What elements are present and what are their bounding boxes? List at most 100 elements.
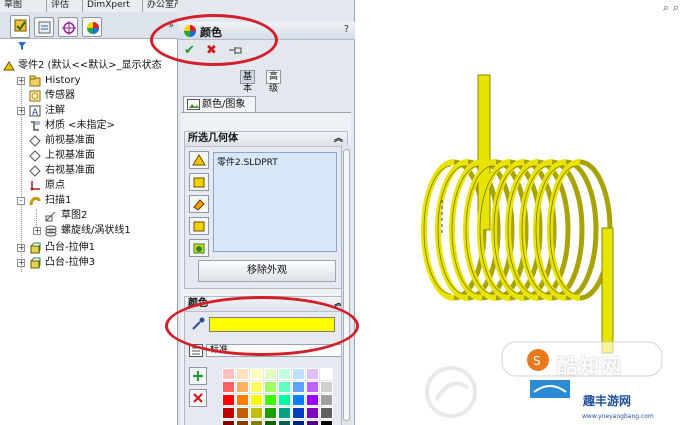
group-header[interactable]: 所选几何体 ︽ (185, 132, 347, 147)
feature-manager-tab[interactable] (10, 15, 30, 38)
spring-leg-bottom (601, 227, 614, 354)
expand-toggle-icon[interactable]: + (17, 77, 25, 85)
basic-mode-button[interactable]: 基本 (240, 70, 256, 94)
tree-item-origin[interactable]: 原点 (17, 179, 177, 193)
tree-item-helix[interactable]: + 螺旋线/涡状线1 (33, 224, 177, 238)
palette-swatch[interactable] (222, 381, 235, 393)
remove-swatch-button[interactable] (189, 389, 207, 407)
tree-item-front-plane[interactable]: 前视基准面 (17, 134, 177, 148)
tree-item-material[interactable]: 材质 <未指定> (17, 119, 177, 133)
add-swatch-button[interactable] (189, 367, 207, 385)
palette-swatch[interactable] (320, 420, 333, 425)
tree-item-sketch2[interactable]: 草图2 (33, 209, 177, 223)
tree-item-sensors[interactable]: 传感器 (17, 89, 177, 103)
tree-item-label: 凸台-拉伸3 (45, 257, 95, 268)
palette-swatch[interactable] (292, 368, 305, 380)
property-manager-tab[interactable] (34, 17, 54, 37)
palette-swatch[interactable] (222, 407, 235, 419)
palette-swatch[interactable] (264, 407, 277, 419)
scroll-thumb[interactable] (343, 149, 350, 421)
tree-item-label: 凸台-拉伸1 (45, 242, 95, 253)
tree-item-sweep[interactable]: - 扫描1 (17, 194, 177, 208)
tab-color-image[interactable]: 颜色/图象 (183, 96, 256, 112)
select-body-icon[interactable] (189, 217, 209, 235)
expand-toggle-icon[interactable]: + (33, 227, 41, 235)
select-feature-icon[interactable] (189, 195, 209, 213)
palette-swatch[interactable] (250, 394, 263, 406)
filter-icon[interactable] (17, 41, 27, 51)
palette-swatch[interactable] (236, 394, 249, 406)
palette-swatch[interactable] (250, 420, 263, 425)
palette-swatch[interactable] (320, 381, 333, 393)
plane-icon (29, 165, 41, 177)
palette-swatch[interactable] (292, 394, 305, 406)
sensor-icon (29, 90, 41, 102)
color-wheel-icon (87, 22, 99, 34)
palette-swatch[interactable] (250, 368, 263, 380)
expand-toggle-icon[interactable]: + (17, 259, 25, 267)
tree-item-history[interactable]: + History (17, 74, 177, 88)
palette-swatch[interactable] (222, 368, 235, 380)
plane-icon (29, 150, 41, 162)
tree-item-extrude3[interactable]: + 凸台-拉伸3 (17, 256, 177, 270)
tab-evaluate[interactable]: 评估 (47, 0, 83, 12)
tree-item-right-plane[interactable]: 右视基准面 (17, 164, 177, 178)
tree-item-top-plane[interactable]: 上视基准面 (17, 149, 177, 163)
watermark-site-text: 趣丰游网 (583, 394, 632, 408)
tree-item-label: 右视基准面 (45, 165, 95, 176)
tree-item-label: 上视基准面 (45, 150, 95, 161)
help-button[interactable]: ? (344, 24, 349, 35)
palette-swatch[interactable] (306, 381, 319, 393)
palette-swatch[interactable] (264, 368, 277, 380)
tab-sketch[interactable]: 草图 (0, 0, 47, 12)
palette-swatch[interactable] (292, 407, 305, 419)
palette-swatch[interactable] (250, 407, 263, 419)
tree-item-annotations[interactable]: + A 注解 (17, 104, 177, 118)
tab-dimxpert[interactable]: DimXpert (83, 0, 143, 12)
palette-swatch[interactable] (320, 368, 333, 380)
tree-item-extrude1[interactable]: + 凸台-拉伸1 (17, 241, 177, 255)
palette-swatch[interactable] (264, 394, 277, 406)
palette-swatch[interactable] (320, 394, 333, 406)
palette-swatch[interactable] (236, 381, 249, 393)
remove-appearance-button[interactable]: 移除外观 (198, 260, 336, 282)
collapse-toggle-icon[interactable]: - (17, 197, 25, 205)
palette-swatch[interactable] (320, 407, 333, 419)
configuration-manager-tab[interactable] (58, 17, 78, 37)
select-all-icon[interactable] (189, 239, 209, 257)
selection-entry[interactable]: 零件2.SLDPRT (217, 155, 278, 168)
palette-swatch[interactable] (278, 420, 291, 425)
palette-swatch[interactable] (278, 394, 291, 406)
palette-swatch[interactable] (222, 420, 235, 425)
palette-swatch[interactable] (222, 394, 235, 406)
palette-swatch[interactable] (264, 420, 277, 425)
palette-swatch[interactable] (306, 420, 319, 425)
expand-toggle-icon[interactable]: + (17, 244, 25, 252)
selection-list[interactable]: 零件2.SLDPRT (213, 152, 337, 252)
pm-scrollbar[interactable] (341, 145, 351, 425)
color-palette-grid[interactable] (222, 368, 337, 425)
palette-swatch[interactable] (236, 420, 249, 425)
tab-label: 颜色/图象 (202, 99, 246, 110)
advanced-mode-button[interactable]: 高级 (266, 70, 282, 94)
extrude-icon (30, 242, 41, 254)
palette-swatch[interactable] (278, 381, 291, 393)
tree-item-label: 材质 <未指定> (45, 120, 115, 131)
tree-root-part[interactable]: 零件2 (默认<<默认>_显示状态 (3, 59, 178, 73)
palette-swatch[interactable] (264, 381, 277, 393)
display-manager-tab[interactable] (82, 17, 102, 37)
palette-swatch[interactable] (250, 381, 263, 393)
palette-swatch[interactable] (292, 381, 305, 393)
select-face-icon[interactable] (189, 173, 209, 191)
palette-swatch[interactable] (292, 420, 305, 425)
palette-swatch[interactable] (278, 407, 291, 419)
palette-swatch[interactable] (236, 368, 249, 380)
palette-swatch[interactable] (306, 368, 319, 380)
collapse-icon[interactable]: ︽ (334, 132, 343, 146)
expand-toggle-icon[interactable]: + (17, 107, 25, 115)
palette-swatch[interactable] (278, 368, 291, 380)
select-part-icon[interactable] (189, 151, 209, 169)
palette-swatch[interactable] (306, 394, 319, 406)
palette-swatch[interactable] (306, 407, 319, 419)
palette-swatch[interactable] (236, 407, 249, 419)
